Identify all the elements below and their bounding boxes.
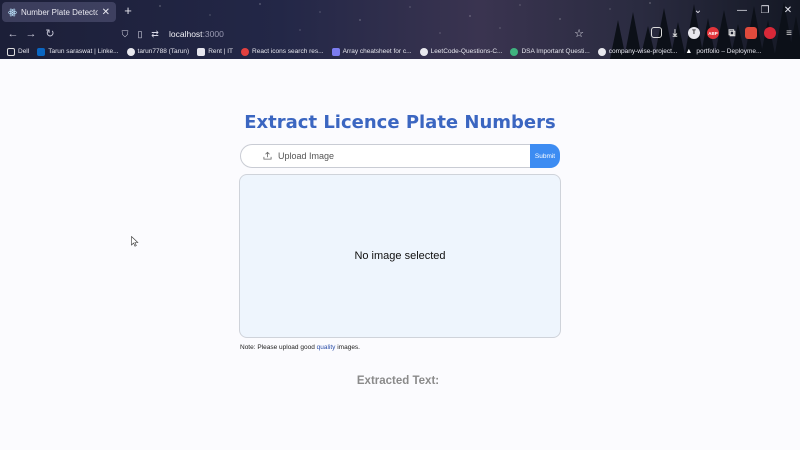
new-tab-icon[interactable]: + xyxy=(121,4,135,18)
bookmark-label: company-wise-project... xyxy=(608,48,678,55)
shield-icon[interactable]: ⛉ xyxy=(118,29,132,40)
page-icon xyxy=(197,47,206,56)
cheatsheet-icon xyxy=(331,47,340,56)
upload-form: Upload Image Submit xyxy=(240,144,560,168)
bookmark-label: LeetCode-Questions-C... xyxy=(430,48,503,55)
url-host: localhost xyxy=(169,29,203,39)
mouse-cursor-icon xyxy=(131,236,139,247)
note-text-end: images. xyxy=(335,344,360,351)
bookmark-portfolio[interactable]: ▲ portfolio – Deployme... xyxy=(685,48,761,56)
folder-icon xyxy=(7,47,15,56)
bookmark-dsa[interactable]: DSA Important Questi... xyxy=(510,47,590,56)
bookmarks-bar: Dell Tarun saraswat | Linke... tarun7788… xyxy=(0,44,800,59)
bookmark-star-icon[interactable]: ☆ xyxy=(574,27,584,40)
react-icons-icon xyxy=(241,47,250,56)
bookmark-label: Rent | IT xyxy=(208,48,234,55)
react-atom-icon xyxy=(8,8,17,17)
tab-bar: Number Plate Detector ✕ + ⌄ — ❐ ✕ xyxy=(0,0,800,24)
adblock-plus-icon[interactable]: ABP xyxy=(707,27,719,39)
extension-t-icon[interactable]: T xyxy=(688,27,700,39)
vercel-icon: ▲ xyxy=(685,47,693,55)
bookmark-label: portfolio – Deployme... xyxy=(696,48,762,55)
menu-icon[interactable]: ≡ xyxy=(783,27,795,39)
bookmark-rent[interactable]: Rent | IT xyxy=(197,47,234,56)
tab-list-chevron-icon[interactable]: ⌄ xyxy=(689,4,707,18)
navigation-bar: ← → ↻ ⛉ ▯ ⇄ localhost:3000 ☆ ⤓ T ABP ⧉ ≡ xyxy=(0,24,800,44)
forward-icon[interactable]: → xyxy=(23,26,39,42)
bookmark-dell[interactable]: Dell xyxy=(7,47,30,56)
download-icon[interactable]: ⤓ xyxy=(669,27,681,39)
tab-number-plate-detector[interactable]: Number Plate Detector ✕ xyxy=(2,2,116,22)
bookmark-company-wise[interactable]: company-wise-project... xyxy=(597,47,678,56)
preview-placeholder-text: No image selected xyxy=(354,250,446,262)
linkedin-icon xyxy=(37,47,46,56)
bookmark-label: React icons search res... xyxy=(252,48,324,55)
tab-title: Number Plate Detector xyxy=(21,7,98,17)
drive-icon xyxy=(510,47,519,56)
bookmark-array-cheatsheet[interactable]: Array cheatsheet for c... xyxy=(331,47,412,56)
bookmark-label: Tarun saraswat | Linke... xyxy=(48,48,119,55)
restore-icon[interactable]: ❐ xyxy=(756,4,774,18)
permissions-icon[interactable]: ⇄ xyxy=(148,29,162,40)
upload-icon xyxy=(263,151,272,162)
extensions-puzzle-icon[interactable]: ⧉ xyxy=(726,27,738,39)
extension-shield-icon[interactable] xyxy=(764,27,776,39)
submit-button[interactable]: Submit xyxy=(530,144,560,168)
bookmark-label: Dell xyxy=(18,48,30,55)
note-highlight: quality xyxy=(316,344,336,351)
bookmark-label: tarun7788 (Tarun) xyxy=(137,48,190,55)
page-title: Extract Licence Plate Numbers xyxy=(244,112,556,133)
pocket-icon[interactable] xyxy=(651,27,662,38)
reload-icon[interactable]: ↻ xyxy=(42,26,58,42)
extracted-text-heading: Extracted Text: xyxy=(356,375,440,387)
window-close-icon[interactable]: ✕ xyxy=(779,4,797,18)
image-preview: No image selected xyxy=(239,174,561,338)
bookmark-linkedin[interactable]: Tarun saraswat | Linke... xyxy=(37,47,119,56)
upload-image-input[interactable]: Upload Image xyxy=(240,144,530,168)
github-icon xyxy=(126,47,135,56)
github-icon xyxy=(597,47,606,56)
bookmark-label: DSA Important Questi... xyxy=(521,48,590,55)
bookmark-github-tarun[interactable]: tarun7788 (Tarun) xyxy=(126,47,190,56)
page-content: Extract Licence Plate Numbers Upload Ima… xyxy=(0,59,800,450)
tab-close-icon[interactable]: ✕ xyxy=(102,7,110,18)
upload-placeholder: Upload Image xyxy=(278,151,335,161)
note-text: Note: Please upload good xyxy=(240,344,317,351)
github-icon xyxy=(419,47,428,56)
address-bar[interactable]: ⛉ ▯ ⇄ localhost:3000 ☆ xyxy=(118,25,588,43)
bookmark-leetcode[interactable]: LeetCode-Questions-C... xyxy=(419,47,503,56)
minimize-icon[interactable]: — xyxy=(733,4,751,18)
browser-chrome: Number Plate Detector ✕ + ⌄ — ❐ ✕ ← → ↻ … xyxy=(0,0,800,59)
upload-note: Note: Please upload good quality images. xyxy=(240,344,360,351)
bookmark-label: Array cheatsheet for c... xyxy=(342,48,412,55)
url-port: :3000 xyxy=(202,29,224,39)
page-icon[interactable]: ▯ xyxy=(133,29,147,40)
extension-lock-icon[interactable] xyxy=(745,27,757,39)
bookmark-react-icons[interactable]: React icons search res... xyxy=(241,47,324,56)
back-icon[interactable]: ← xyxy=(5,26,21,42)
